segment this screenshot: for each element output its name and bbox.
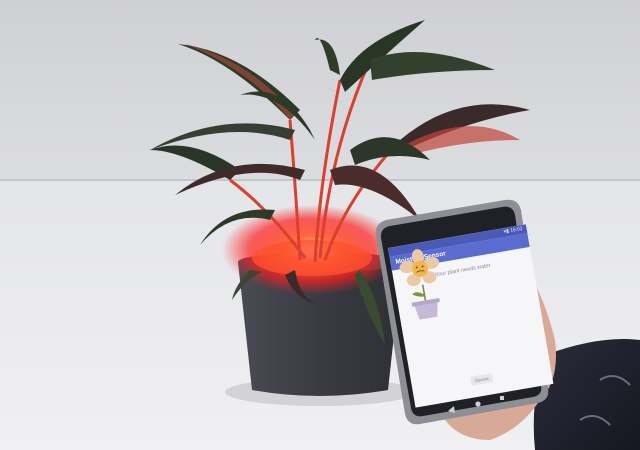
signal-icon: ▾▮ (503, 228, 510, 236)
glow-core (252, 240, 372, 276)
table-edge (0, 179, 640, 181)
nav-recents-icon[interactable] (500, 396, 504, 400)
flower-illustration (399, 249, 440, 320)
phone-screen: ▾▮ 16:02 Moisture Sensor Your plant need… (388, 224, 554, 408)
nav-home-icon[interactable] (475, 401, 481, 407)
dismiss-button[interactable]: Dismiss (470, 373, 494, 386)
photo-scene: ▾▮ 16:02 Moisture Sensor Your plant need… (0, 0, 640, 450)
wall-background (0, 0, 640, 182)
status-time: 16:02 (509, 225, 524, 234)
